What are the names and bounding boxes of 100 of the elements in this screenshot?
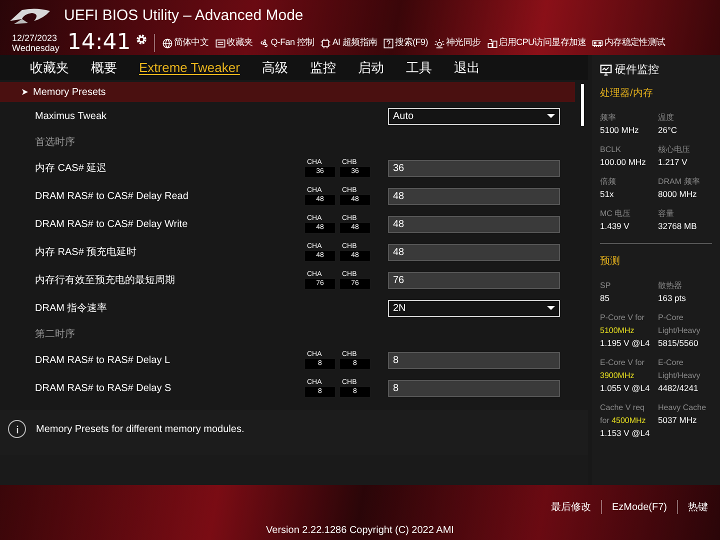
dropdown-value: 2N xyxy=(393,302,406,316)
monitor-value: 1.055 V @L4 xyxy=(600,382,651,395)
fan-icon xyxy=(258,38,270,48)
footer-button[interactable]: 最后修改 xyxy=(550,500,591,514)
dropdown-arrow-icon xyxy=(547,114,555,118)
menu-tab[interactable]: 工具 xyxy=(406,58,432,78)
monitor-label: DRAM 频率 xyxy=(658,176,701,188)
monitor-label: SP xyxy=(600,280,612,292)
footer-button[interactable]: EzMode(F7) xyxy=(612,500,667,514)
toolbar-button[interactable]: 神光同步 xyxy=(432,36,482,50)
panel-title: 硬件监控 xyxy=(615,62,659,78)
setting-row[interactable]: DRAM 指令速率 2N xyxy=(0,294,588,322)
monitor-label: P-Core V for 5100MHz xyxy=(600,312,646,337)
toolbar-button[interactable]: 简体中文 xyxy=(160,36,210,50)
dropdown-field[interactable]: 2N xyxy=(388,300,560,316)
toolbar-button[interactable]: 启用CPU访问显存加速 xyxy=(486,36,588,50)
monitor-label: E-Core Light/Heavy xyxy=(658,357,702,382)
setting-row[interactable]: Memory Presets xyxy=(0,82,575,102)
monitor-value: 1.217 V xyxy=(658,156,688,169)
monitor-label: 散热器 xyxy=(658,280,683,292)
cpu-icon xyxy=(486,38,498,48)
date-text: 12/27/2023 xyxy=(12,33,58,43)
monitor-value: 163 pts xyxy=(658,292,687,305)
monitor-value: 1.153 V @L4 xyxy=(600,427,651,440)
monitor-label: MC 电压 xyxy=(600,208,632,220)
monitor-label: 温度 xyxy=(658,112,675,124)
monitor-value: 100.00 MHz xyxy=(600,156,647,169)
section-title: 预测 xyxy=(600,254,621,269)
dropdown-field[interactable]: Auto xyxy=(388,108,560,124)
monitor-icon xyxy=(600,64,612,76)
clock-text: 14:41 xyxy=(67,32,131,54)
version-text: Version 2.22.1286 Copyright (C) 2022 AMI xyxy=(266,524,454,538)
globe-icon xyxy=(162,38,173,48)
monitor-label: P-Core Light/Heavy xyxy=(658,312,702,337)
weekday-text: Wednesday xyxy=(12,43,60,53)
settings-icon[interactable] xyxy=(134,32,148,46)
value-field[interactable]: 8 xyxy=(388,352,560,368)
monitor-label: 频率 xyxy=(600,112,617,124)
lightbulb-icon xyxy=(434,38,445,48)
monitor-label: E-Core V for 3900MHz xyxy=(600,357,646,382)
value-field[interactable]: 48 xyxy=(388,216,560,232)
monitor-label: 倍频 xyxy=(600,176,617,188)
value-field[interactable]: 48 xyxy=(388,244,560,260)
chip-icon xyxy=(320,38,332,48)
monitor-label: 容量 xyxy=(658,208,675,220)
setting-row[interactable]: Maximus Tweak Auto xyxy=(0,102,588,130)
menu-tab[interactable]: 监控 xyxy=(310,58,336,78)
monitor-value: 1.439 V xyxy=(600,220,630,233)
help-icon xyxy=(383,38,394,48)
menu-tab[interactable]: 退出 xyxy=(454,58,480,78)
setting-label: 内存 CAS# 延迟 xyxy=(35,162,108,176)
monitor-value: 5037 MHz xyxy=(658,414,698,427)
monitor-value: 5100 MHz xyxy=(600,124,640,137)
setting-label: Memory Presets xyxy=(33,86,106,100)
toolbar-button[interactable]: 搜索(F9) xyxy=(382,36,429,50)
monitor-label: Heavy Cache xyxy=(658,402,708,414)
value-field[interactable]: 76 xyxy=(388,272,560,288)
scrollbar-thumb[interactable] xyxy=(581,84,584,126)
toolbar-button[interactable]: AI 超频指南 xyxy=(319,36,378,50)
monitor-value: 5815/5560 xyxy=(658,337,700,350)
toolbar-button[interactable]: 内存稳定性测试 xyxy=(591,36,666,50)
value-field[interactable]: 48 xyxy=(388,188,560,204)
monitor-label: BCLK xyxy=(600,144,622,156)
submenu-arrow-icon xyxy=(22,89,28,95)
dropdown-arrow-icon xyxy=(547,306,555,310)
setting-label: DRAM RAS# to CAS# Delay Write xyxy=(35,218,189,232)
monitor-value: 1.195 V @L4 xyxy=(600,337,651,350)
value-field[interactable]: 8 xyxy=(388,380,560,396)
setting-label: 内存行有效至预充电的最短周期 xyxy=(35,274,176,288)
section-title: 处理器/内存 xyxy=(600,86,654,101)
menu-tab[interactable]: 收藏夹 xyxy=(30,58,69,78)
toolbar-button[interactable]: Q-Fan 控制 xyxy=(258,36,316,50)
setting-label: DRAM RAS# to RAS# Delay L xyxy=(35,354,172,368)
help-text: Memory Presets for different memory modules. xyxy=(36,423,244,437)
folder-icon xyxy=(214,38,226,48)
menu-tab[interactable]: 高级 xyxy=(262,58,288,78)
setting-label: DRAM RAS# to RAS# Delay S xyxy=(35,382,172,396)
memory-icon xyxy=(592,38,604,48)
monitor-label: Cache V req for 4500MHz xyxy=(600,402,647,427)
setting-label: Maximus Tweak xyxy=(35,110,108,124)
monitor-value: 4482/4241 xyxy=(658,382,700,395)
monitor-value: 32768 MB xyxy=(658,220,698,233)
window-title: UEFI BIOS Utility – Advanced Mode xyxy=(64,6,304,26)
menu-tab[interactable]: Extreme Tweaker xyxy=(139,58,240,78)
monitor-value: 8000 MHz xyxy=(658,188,698,201)
monitor-value: 85 xyxy=(600,292,610,305)
section-heading: 第二时序 xyxy=(35,328,75,342)
footer-button[interactable]: 热键 xyxy=(688,500,708,514)
value-field[interactable]: 36 xyxy=(388,160,560,176)
toolbar-button[interactable]: 收藏夹 xyxy=(214,36,254,50)
setting-label: DRAM 指令速率 xyxy=(35,302,108,316)
setting-label: 内存 RAS# 预充电延时 xyxy=(35,246,138,260)
menu-tab[interactable]: 概要 xyxy=(91,58,117,78)
monitor-value: 26°C xyxy=(658,124,678,137)
info-icon xyxy=(8,420,26,438)
menu-tab[interactable]: 启动 xyxy=(358,58,384,78)
dropdown-value: Auto xyxy=(393,110,414,124)
section-heading: 首选时序 xyxy=(35,136,75,150)
monitor-value: 51x xyxy=(600,188,615,201)
setting-label: DRAM RAS# to CAS# Delay Read xyxy=(35,190,190,204)
